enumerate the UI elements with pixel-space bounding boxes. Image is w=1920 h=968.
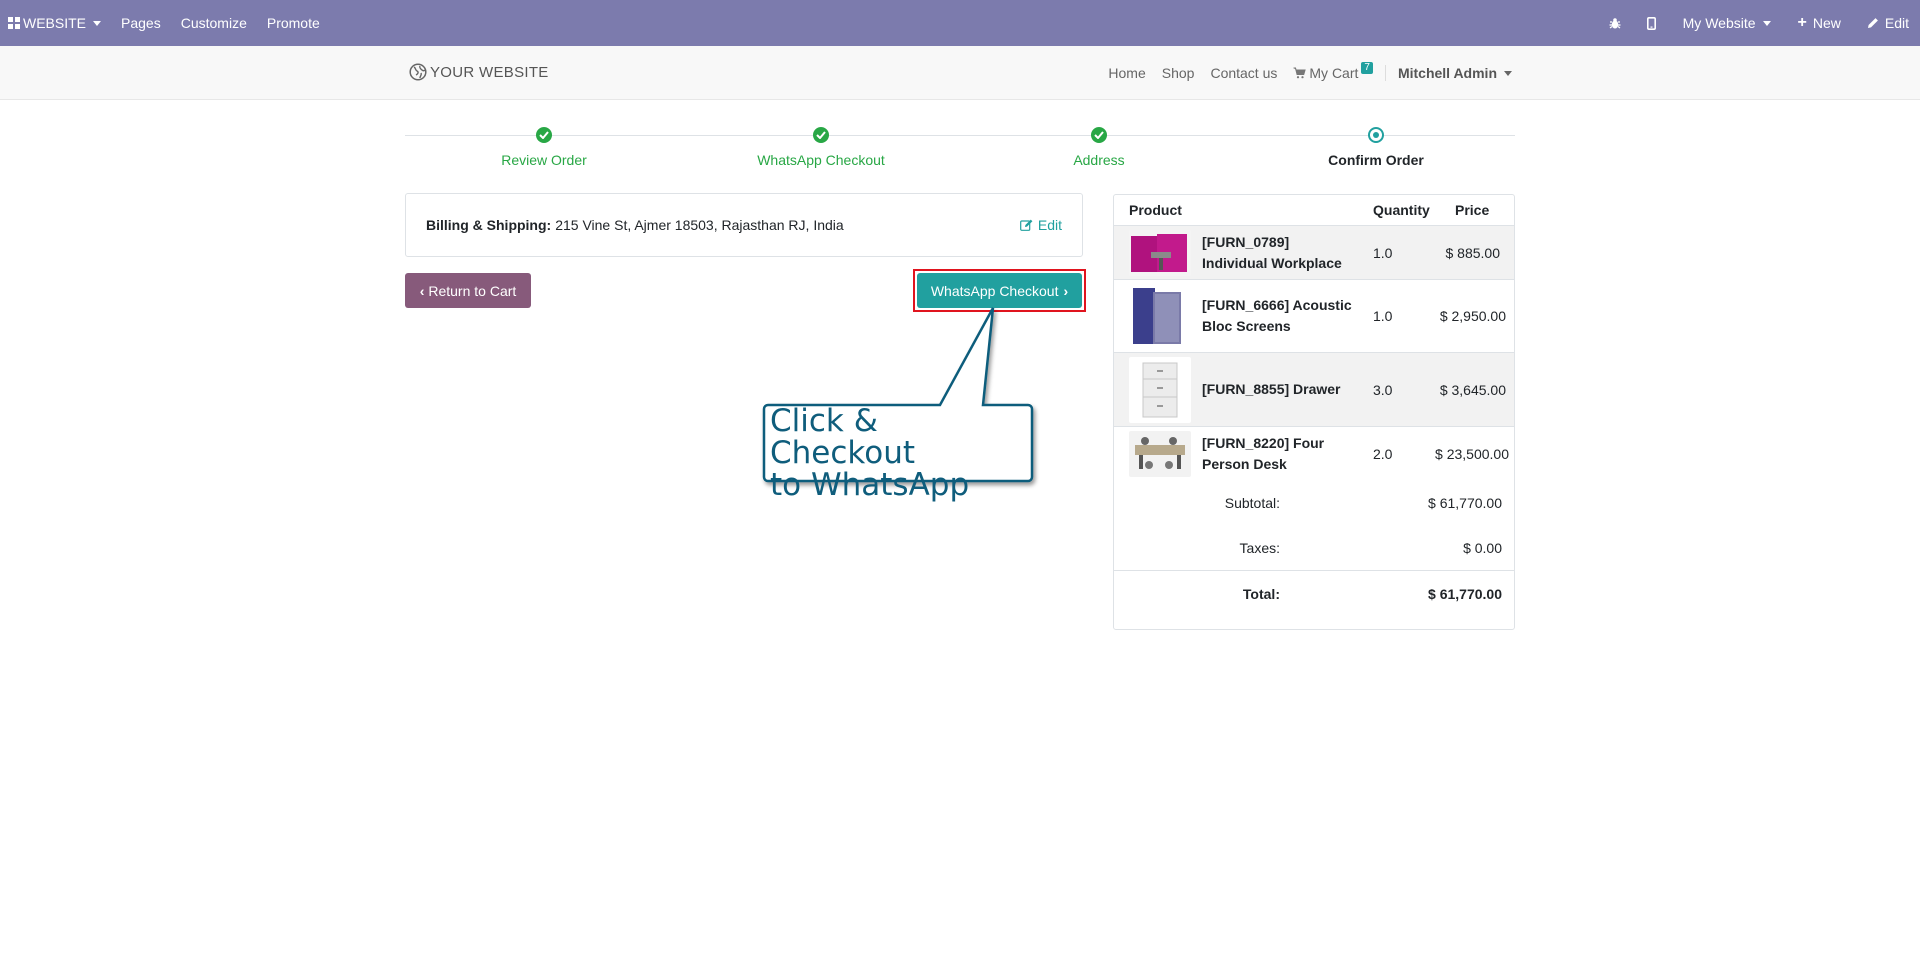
step-whatsapp-checkout[interactable]: WhatsApp Checkout xyxy=(682,126,960,168)
checkout-progress: Review Order WhatsApp Checkout Address C… xyxy=(405,126,1515,176)
billing-address: 215 Vine St, Ajmer 18503, Rajasthan RJ, … xyxy=(555,217,844,233)
step-label: WhatsApp Checkout xyxy=(757,152,885,168)
subtotal-label: Subtotal: xyxy=(1224,494,1280,511)
menu-promote[interactable]: Promote xyxy=(257,0,330,46)
table-row: [FURN_6666] Acoustic Bloc Screens 1.0 $ … xyxy=(1114,280,1514,353)
caret-down-icon xyxy=(1762,20,1771,26)
callout-line-1: Click & Checkout xyxy=(770,403,916,471)
product-name: [FURN_8855] Drawer xyxy=(1202,381,1341,397)
whatsapp-checkout-label: WhatsApp Checkout xyxy=(930,282,1059,299)
edit-icon xyxy=(1019,219,1033,231)
edit-link-label: Edit xyxy=(1037,217,1062,233)
debug-button[interactable] xyxy=(1596,0,1634,46)
callout-line-2: to WhatsApp xyxy=(770,467,970,503)
step-label: Address xyxy=(1073,152,1125,168)
product-name: [FURN_0789] Individual Workplace xyxy=(1202,233,1342,271)
plus-icon: + xyxy=(1797,14,1807,31)
total-label: Total: xyxy=(1242,585,1280,602)
website-selector[interactable]: My Website xyxy=(1669,0,1785,46)
new-button[interactable]: + New xyxy=(1785,0,1854,46)
step-confirm-order: Confirm Order xyxy=(1237,126,1515,168)
user-name: Mitchell Admin xyxy=(1397,65,1497,81)
total-row: Total: $ 61,770.00 xyxy=(1114,570,1514,616)
edit-label: Edit xyxy=(1884,15,1909,31)
menu-pages[interactable]: Pages xyxy=(111,0,171,46)
order-totals: Subtotal: $ 61,770.00 Taxes: $ 0.00 Tota… xyxy=(1114,480,1514,616)
header-product: Product xyxy=(1129,202,1182,218)
mobile-preview-button[interactable] xyxy=(1634,0,1669,46)
admin-bar: WEBSITE Pages Customize Promote My Websi… xyxy=(0,0,1920,46)
product-price: $ 3,645.00 xyxy=(1439,381,1506,398)
nav-cart[interactable]: My Cart 7 xyxy=(1285,62,1381,81)
new-label: New xyxy=(1812,15,1841,31)
product-price: $ 885.00 xyxy=(1445,244,1501,261)
chevron-left-icon: ‹ xyxy=(419,282,425,299)
return-label: Return to Cart xyxy=(428,282,517,299)
product-quantity: 1.0 xyxy=(1373,244,1393,261)
logo-text: YOUR WEBSITE xyxy=(430,63,549,81)
site-navbar: YOUR WEBSITE Home Shop Contact us My Car… xyxy=(0,46,1920,100)
website-menu[interactable]: WEBSITE xyxy=(0,0,111,46)
cart-icon xyxy=(1293,67,1307,79)
product-quantity: 2.0 xyxy=(1373,445,1393,462)
nav-home[interactable]: Home xyxy=(1100,65,1153,81)
current-step-icon xyxy=(1368,127,1384,143)
step-label: Confirm Order xyxy=(1328,152,1424,168)
website-menu-label: WEBSITE xyxy=(23,15,87,31)
check-circle-icon xyxy=(536,127,552,143)
taxes-row: Taxes: $ 0.00 xyxy=(1114,525,1514,570)
product-price: $ 2,950.00 xyxy=(1439,308,1506,324)
check-circle-icon xyxy=(813,127,829,143)
bug-icon xyxy=(1609,17,1621,28)
total-value: $ 61,770.00 xyxy=(1428,585,1502,602)
product-quantity: 1.0 xyxy=(1373,308,1393,324)
table-row: [FURN_8220] Four Person Desk 2.0 $ 23,50… xyxy=(1114,427,1514,480)
header-price: Price xyxy=(1455,202,1490,218)
product-name: [FURN_8220] Four Person Desk xyxy=(1202,434,1325,472)
product-quantity: 3.0 xyxy=(1373,381,1393,398)
caret-down-icon xyxy=(93,20,102,26)
menu-customize[interactable]: Customize xyxy=(171,0,257,46)
taxes-value: $ 0.00 xyxy=(1463,539,1502,556)
cart-count-badge: 7 xyxy=(1361,62,1373,74)
table-row: [FURN_8855] Drawer 3.0 $ 3,645.00 xyxy=(1114,353,1514,427)
product-price: $ 23,500.00 xyxy=(1435,445,1509,462)
site-logo[interactable]: YOUR WEBSITE xyxy=(409,63,549,81)
apps-icon xyxy=(8,17,20,29)
header-quantity: Quantity xyxy=(1373,202,1430,218)
website-selector-label: My Website xyxy=(1682,15,1756,31)
step-review-order[interactable]: Review Order xyxy=(405,126,683,168)
pencil-icon xyxy=(1867,18,1878,28)
edit-address-link[interactable]: Edit xyxy=(1019,217,1062,233)
caret-down-icon xyxy=(1504,70,1512,76)
user-menu[interactable]: Mitchell Admin xyxy=(1384,65,1520,81)
product-thumbnail xyxy=(1129,229,1191,276)
edit-button[interactable]: Edit xyxy=(1854,0,1920,46)
taxes-label: Taxes: xyxy=(1239,539,1280,556)
product-thumbnail xyxy=(1129,430,1191,477)
product-thumbnail xyxy=(1129,356,1191,423)
chevron-right-icon: › xyxy=(1063,282,1069,299)
product-thumbnail xyxy=(1129,284,1191,348)
billing-label: Billing & Shipping: xyxy=(426,217,552,233)
product-name: [FURN_6666] Acoustic Bloc Screens xyxy=(1202,297,1352,334)
cart-label: My Cart xyxy=(1309,65,1359,81)
table-row: [FURN_0789] Individual Workplace 1.0 $ 8… xyxy=(1114,226,1514,280)
order-summary: Product Quantity Price [FURN_0789] Indiv… xyxy=(1113,194,1515,630)
summary-header: Product Quantity Price xyxy=(1114,195,1514,226)
site-nav-links: Home Shop Contact us My Cart 7 Mitchell … xyxy=(1100,46,1520,100)
subtotal-value: $ 61,770.00 xyxy=(1428,494,1502,511)
return-to-cart-button[interactable]: ‹ Return to Cart xyxy=(405,273,531,308)
billing-shipping-card: Billing & Shipping: 215 Vine St, Ajmer 1… xyxy=(405,193,1083,257)
callout-text: Click & Checkout to WhatsApp xyxy=(770,405,1030,501)
check-circle-icon xyxy=(1091,127,1107,143)
nav-contact[interactable]: Contact us xyxy=(1202,65,1285,81)
nav-shop[interactable]: Shop xyxy=(1154,65,1203,81)
globe-icon xyxy=(409,63,427,81)
mobile-icon xyxy=(1646,16,1656,30)
step-label: Review Order xyxy=(501,152,587,168)
step-address[interactable]: Address xyxy=(960,126,1238,168)
subtotal-row: Subtotal: $ 61,770.00 xyxy=(1114,480,1514,525)
